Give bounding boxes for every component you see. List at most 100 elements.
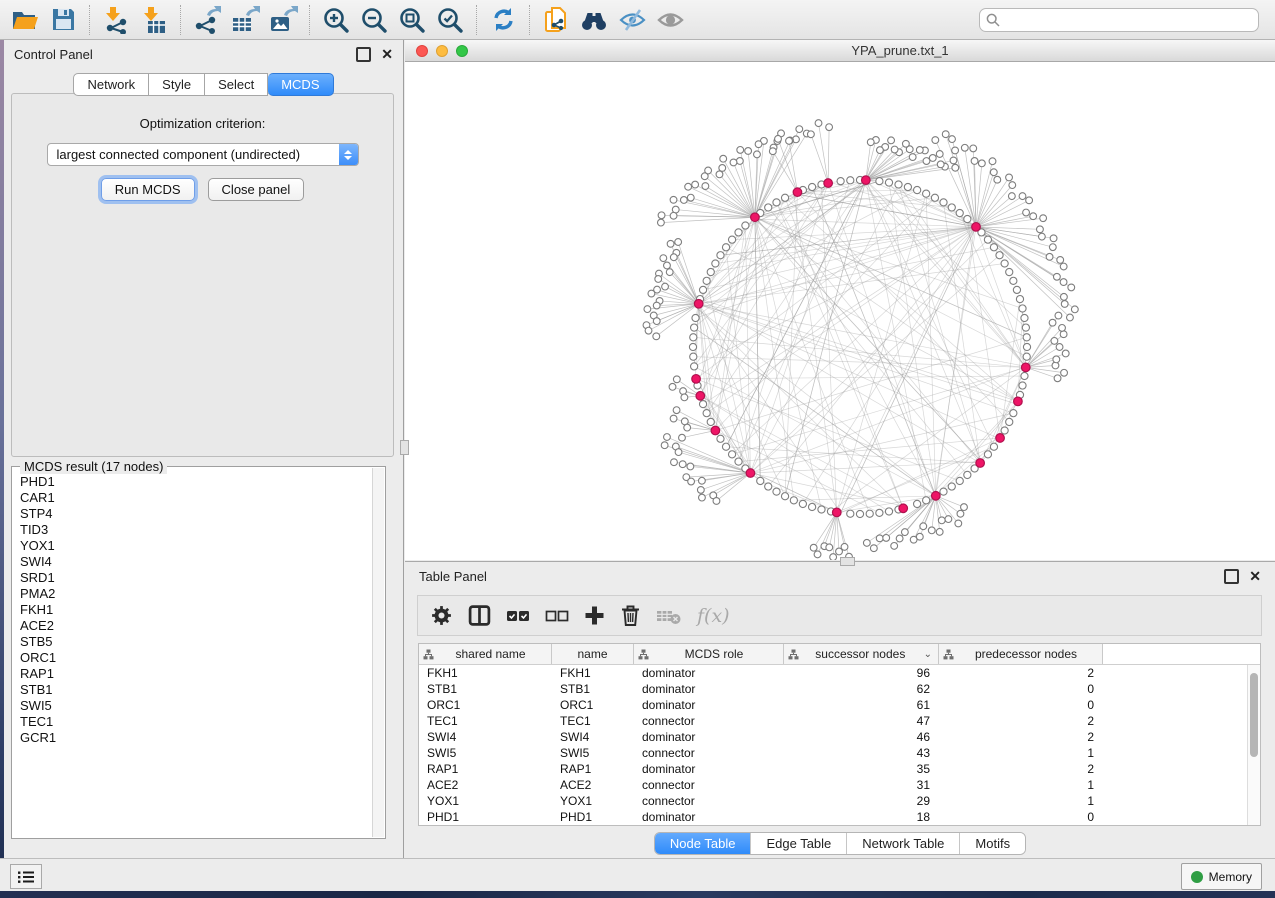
deselect-all-button[interactable]: [545, 607, 569, 625]
table-row[interactable]: YOX1YOX1connector291: [419, 793, 1260, 809]
show-graphics-button[interactable]: [651, 3, 689, 37]
refresh-button[interactable]: [484, 3, 522, 37]
optimization-select[interactable]: largest connected component (undirected): [47, 143, 359, 166]
table-row[interactable]: TEC1TEC1connector472: [419, 713, 1260, 729]
table-row[interactable]: PHD1PHD1dominator180: [419, 809, 1260, 825]
table-panel-titlebar: Table Panel ✕: [405, 562, 1275, 590]
tab-motifs[interactable]: Motifs: [959, 833, 1025, 854]
tab-mcds[interactable]: MCDS: [268, 73, 333, 96]
column-header-predecessor-nodes[interactable]: predecessor nodes: [939, 644, 1103, 664]
column-header-MCDS-role[interactable]: MCDS role: [634, 644, 784, 664]
list-item[interactable]: RAP1: [20, 666, 373, 682]
table-row[interactable]: STB1STB1dominator620: [419, 681, 1260, 697]
run-mcds-button[interactable]: Run MCDS: [101, 178, 195, 201]
delete-column-button[interactable]: [620, 604, 641, 627]
table-row[interactable]: ACE2ACE2connector311: [419, 777, 1260, 793]
network-window-titlebar[interactable]: YPA_prune.txt_1: [405, 40, 1275, 62]
window-close-icon[interactable]: [416, 45, 428, 57]
list-item[interactable]: CAR1: [20, 490, 373, 506]
main-toolbar: [0, 0, 1275, 40]
zoom-out-button[interactable]: [355, 3, 393, 37]
list-item[interactable]: ORC1: [20, 650, 373, 666]
tab-network-table[interactable]: Network Table: [846, 833, 959, 854]
table-cell: SWI5: [552, 746, 634, 760]
zoom-fit-button[interactable]: [393, 3, 431, 37]
panel-divider-handle[interactable]: [400, 440, 409, 455]
node-table-scrollbar[interactable]: [1247, 665, 1260, 825]
table-row[interactable]: SWI4SWI4dominator462: [419, 729, 1260, 745]
import-network-button[interactable]: [97, 3, 135, 37]
list-item[interactable]: TEC1: [20, 714, 373, 730]
zoom-in-button[interactable]: [317, 3, 355, 37]
list-item[interactable]: STB5: [20, 634, 373, 650]
trash-icon: [620, 604, 641, 627]
zoom-in-icon: [322, 6, 350, 34]
list-item[interactable]: PMA2: [20, 586, 373, 602]
table-divider-handle[interactable]: [840, 557, 855, 566]
float-table-panel-icon[interactable]: [1224, 569, 1239, 584]
select-all-button[interactable]: [506, 607, 530, 625]
table-settings-button[interactable]: [430, 604, 453, 627]
window-zoom-icon[interactable]: [456, 45, 468, 57]
table-cell: 46: [784, 730, 939, 744]
list-item[interactable]: SWI5: [20, 698, 373, 714]
float-panel-icon[interactable]: [356, 47, 371, 62]
close-panel-icon[interactable]: ✕: [381, 47, 393, 61]
show-columns-button[interactable]: [468, 604, 491, 627]
network-canvas[interactable]: [405, 62, 1275, 560]
window-minimize-icon[interactable]: [436, 45, 448, 57]
mcds-result-scrollbar[interactable]: [372, 468, 384, 837]
search-input[interactable]: [1005, 12, 1252, 28]
table-row[interactable]: ORC1ORC1dominator610: [419, 697, 1260, 713]
list-item[interactable]: PHD1: [20, 474, 373, 490]
list-item[interactable]: YOX1: [20, 538, 373, 554]
table-row[interactable]: FKH1FKH1dominator962: [419, 665, 1260, 681]
mcds-result-list[interactable]: PHD1CAR1STP4TID3YOX1SWI4SRD1PMA2FKH1ACE2…: [13, 468, 373, 837]
table-cell: 62: [784, 682, 939, 696]
import-network-icon: [102, 6, 130, 34]
table-cell: connector: [634, 714, 784, 728]
list-item[interactable]: SWI4: [20, 554, 373, 570]
list-item[interactable]: GCR1: [20, 730, 373, 746]
save-session-button[interactable]: [44, 3, 82, 37]
search-box[interactable]: [979, 8, 1259, 32]
export-table-button[interactable]: [226, 3, 264, 37]
list-item[interactable]: TID3: [20, 522, 373, 538]
import-table-button[interactable]: [135, 3, 173, 37]
panel-menu-button[interactable]: [10, 864, 42, 889]
open-file-button[interactable]: [6, 3, 44, 37]
export-network-button[interactable]: [188, 3, 226, 37]
birds-eye-view-button[interactable]: [575, 3, 613, 37]
tab-node-table[interactable]: Node Table: [655, 833, 751, 854]
share-document-icon: [542, 5, 570, 35]
zoom-selected-button[interactable]: [431, 3, 469, 37]
list-item[interactable]: STB1: [20, 682, 373, 698]
column-header-successor-nodes[interactable]: successor nodes⌄: [784, 644, 939, 664]
hide-graphics-button[interactable]: [613, 3, 651, 37]
table-row[interactable]: RAP1RAP1dominator352: [419, 761, 1260, 777]
add-column-button[interactable]: [584, 605, 605, 626]
list-item[interactable]: FKH1: [20, 602, 373, 618]
close-table-panel-icon[interactable]: ✕: [1249, 569, 1261, 583]
table-cell: dominator: [634, 666, 784, 680]
scrollbar-thumb[interactable]: [1250, 673, 1258, 757]
table-cell: connector: [634, 778, 784, 792]
tab-select[interactable]: Select: [205, 73, 268, 96]
column-header-name[interactable]: name: [552, 644, 634, 664]
tab-style[interactable]: Style: [149, 73, 205, 96]
list-item[interactable]: ACE2: [20, 618, 373, 634]
export-image-button[interactable]: [264, 3, 302, 37]
tab-edge-table[interactable]: Edge Table: [750, 833, 846, 854]
column-header-shared-name[interactable]: shared name: [419, 644, 552, 664]
table-cell: TEC1: [419, 714, 552, 728]
memory-button[interactable]: Memory: [1181, 863, 1262, 890]
tab-network[interactable]: Network: [73, 73, 149, 96]
eye-slash-icon: [618, 6, 647, 33]
table-row[interactable]: SWI5SWI5connector431: [419, 745, 1260, 761]
apply-function-button-disabled: f(x): [697, 605, 730, 627]
network-from-selection-button[interactable]: [537, 3, 575, 37]
list-item[interactable]: STP4: [20, 506, 373, 522]
list-item[interactable]: SRD1: [20, 570, 373, 586]
close-panel-button[interactable]: Close panel: [208, 178, 305, 201]
sort-desc-icon[interactable]: ⌄: [924, 649, 932, 660]
